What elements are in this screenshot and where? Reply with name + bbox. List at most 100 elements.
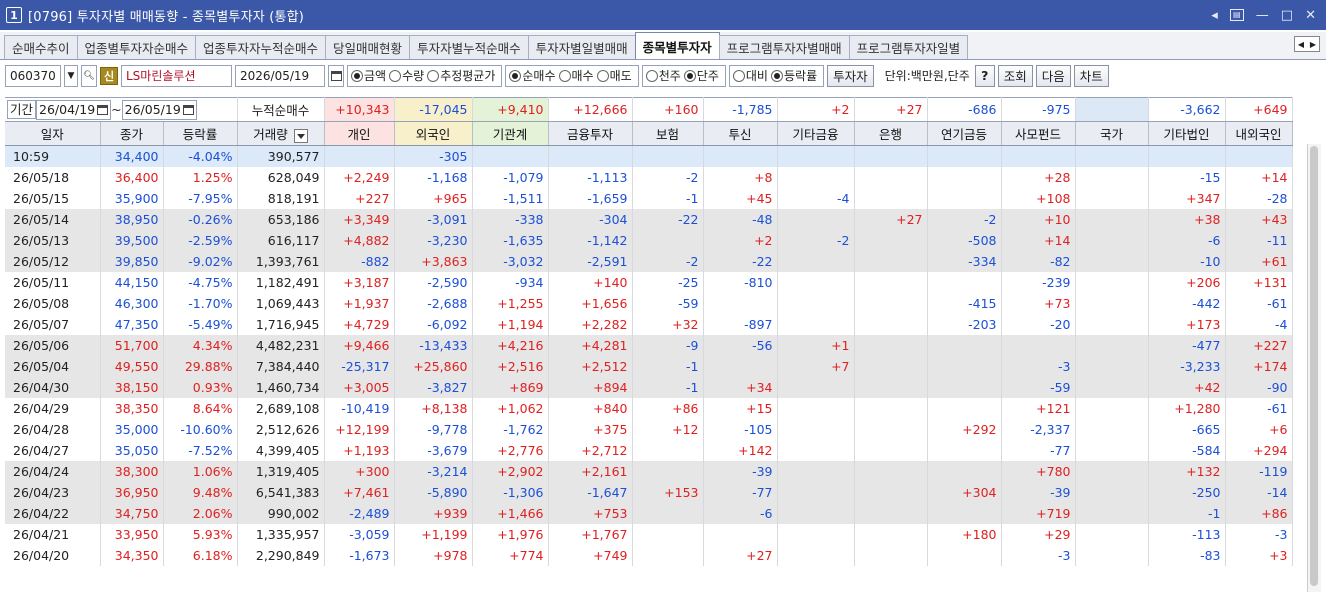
table-row[interactable]: 26/04/28 35,000 -10.60% 2,512,626 +12,199 -9,… (5, 418, 1293, 440)
header-15[interactable]: 기타법인 (1148, 121, 1226, 146)
minimize-icon[interactable]: — (1256, 8, 1269, 23)
investor-value-cell (777, 397, 855, 419)
change-type-radio-group: 대비 등락률 (728, 64, 825, 87)
table-row[interactable]: 26/04/30 38,150 0.93% 1,460,734 +3,005 -3,827… (5, 376, 1293, 398)
table-row[interactable]: 26/05/11 44,150 -4.75% 1,182,491 +3,187 -2,59… (5, 271, 1293, 293)
table-row[interactable]: 26/05/04 49,550 29.88% 7,384,440 -25,317 +25,… (5, 355, 1293, 377)
tab-7[interactable]: 프로그램투자자별매매 (718, 35, 850, 59)
radio_group2-option-1[interactable]: 매수 (558, 67, 594, 84)
radio_group2-option-2[interactable]: 매도 (596, 67, 632, 84)
query-button[interactable]: 조회 (997, 64, 1033, 87)
radio-icon[interactable] (732, 69, 745, 82)
radio_group4-option-1[interactable]: 등락률 (770, 67, 817, 84)
investor-button[interactable]: 투자자 (827, 64, 874, 87)
table-row[interactable]: 26/05/13 39,500 -2.59% 616,117 +4,882 -3,230-… (5, 229, 1293, 251)
radio-icon[interactable] (683, 69, 696, 82)
investor-value-cell: -6 (1148, 229, 1226, 251)
screen-menu-icon[interactable]: ▤ (1229, 9, 1244, 21)
radio_group4-option-0[interactable]: 대비 (732, 67, 768, 84)
code-dropdown-icon[interactable]: ▼ (64, 64, 78, 87)
radio_group1-option-0[interactable]: 금액 (351, 67, 386, 84)
tab-6[interactable]: 종목별투자자 (634, 32, 720, 59)
query-date-input[interactable]: 2026/05/19 (235, 64, 325, 87)
table-row[interactable]: 26/05/15 35,900 -7.95% 818,191 +227 +965 -1,51… (5, 187, 1293, 209)
radio-icon[interactable] (558, 69, 571, 82)
volume-cell: 1,716,945 (237, 313, 325, 335)
table-row[interactable]: 26/04/22 34,750 2.06% 990,002 -2,489 +939 +1,4… (5, 502, 1293, 524)
radio-icon[interactable] (351, 69, 363, 82)
period-from-input[interactable]: 26/04/19 (36, 99, 112, 120)
header-12[interactable]: 연기금등 (927, 121, 1002, 146)
close-icon[interactable]: ✕ (1305, 8, 1316, 23)
radio_group1-option-2[interactable]: 추정평균가 (427, 67, 495, 84)
header-10[interactable]: 기타금융 (777, 121, 855, 146)
radio-icon[interactable] (427, 69, 440, 82)
tab-5[interactable]: 투자자별일별매매 (527, 35, 636, 59)
table-row[interactable]: 26/05/08 46,300 -1.70% 1,069,443 +1,937 -2,68… (5, 292, 1293, 314)
calendar-icon[interactable] (328, 64, 344, 87)
radio_group2-option-0[interactable]: 순매수 (509, 67, 556, 84)
vertical-scrollbar[interactable] (1307, 144, 1321, 592)
header-11[interactable]: 은행 (854, 121, 928, 146)
radio-icon[interactable] (770, 69, 783, 82)
help-button[interactable]: ? (974, 64, 995, 87)
table-row[interactable]: 26/05/07 47,350 -5.49% 1,716,945 +4,729 -6,09… (5, 313, 1293, 335)
header-3[interactable]: 거래량 (237, 121, 325, 146)
search-icon[interactable]: 🔍︎ (81, 64, 97, 87)
header-4[interactable]: 개인 (324, 121, 395, 146)
table-row[interactable]: 26/04/29 38,350 8.64% 2,689,108 -10,419 +8,13… (5, 397, 1293, 419)
table-row[interactable]: 26/04/23 36,950 9.48% 6,541,383 +7,461 -5,890… (5, 481, 1293, 503)
radio_group1-option-1[interactable]: 수량 (389, 67, 424, 84)
table-row[interactable]: 26/04/21 33,950 5.93% 1,335,957 -3,059 +1,199… (5, 523, 1293, 545)
radio_group3-option-0[interactable]: 천주 (645, 67, 681, 84)
tab-4[interactable]: 투자자별누적순매수 (409, 35, 529, 59)
sort-dropdown-icon[interactable] (293, 129, 308, 144)
header-7[interactable]: 금융투자 (548, 121, 633, 146)
prev-window-icon[interactable]: ◂ (1211, 8, 1218, 23)
header-14[interactable]: 국가 (1075, 121, 1149, 146)
radio-icon[interactable] (509, 69, 522, 82)
investor-value-cell: -83 (1148, 544, 1226, 566)
change-rate-cell: -10.60% (163, 418, 238, 440)
tab-scroll-arrows[interactable]: ◀ ▶ (1294, 36, 1320, 52)
header-2[interactable]: 등락률 (163, 121, 238, 146)
tab-3[interactable]: 당일매매현황 (325, 35, 411, 59)
tab-2[interactable]: 업종투자자누적순매수 (195, 35, 327, 59)
table-row[interactable]: 26/04/24 38,300 1.06% 1,319,405 +300 -3,214 +2… (5, 460, 1293, 482)
header-1[interactable]: 종가 (100, 121, 164, 146)
table-row[interactable]: 10:59 34,400 -4.04% 390,577 -305 (5, 145, 1293, 167)
scroll-thumb[interactable] (1310, 146, 1318, 586)
period-to-input[interactable]: 26/05/19 (121, 99, 197, 120)
table-row[interactable]: 26/04/27 35,050 -7.52% 4,399,405 +1,193 -3,67… (5, 439, 1293, 461)
next-button[interactable]: 다음 (1035, 64, 1071, 87)
header-6[interactable]: 기관계 (472, 121, 549, 146)
table-row[interactable]: 26/05/18 36,400 1.25% 628,049 +2,249 -1,168 -1… (5, 166, 1293, 188)
volume-cell: 653,186 (237, 208, 325, 230)
change-rate-cell: -0.26% (163, 208, 238, 230)
radio-icon[interactable] (389, 69, 402, 82)
table-row[interactable]: 26/05/14 38,950 -0.26% 653,186 +3,349 -3,091-… (5, 208, 1293, 230)
chart-button[interactable]: 차트 (1073, 64, 1109, 87)
investor-value-cell (1075, 439, 1149, 461)
header-16[interactable]: 내외국인 (1225, 121, 1293, 146)
calendar-icon[interactable] (97, 104, 109, 115)
header-13[interactable]: 사모펀드 (1001, 121, 1076, 146)
volume-cell: 1,069,443 (237, 292, 325, 314)
radio-icon[interactable] (596, 69, 609, 82)
table-row[interactable]: 26/05/06 51,700 4.34% 4,482,231 +9,466 -13,43… (5, 334, 1293, 356)
date-cell: 26/05/14 (5, 208, 101, 230)
table-row[interactable]: 26/05/12 39,850 -9.02% 1,393,761 -882 +3,863-… (5, 250, 1293, 272)
stock-code-input[interactable]: 060370 (5, 64, 61, 87)
header-5[interactable]: 외국인 (394, 121, 473, 146)
table-row[interactable]: 26/04/20 34,350 6.18% 2,290,849 -1,673 +978 +7… (5, 544, 1293, 566)
tab-1[interactable]: 업종별투자자순매수 (76, 35, 197, 59)
radio-icon[interactable] (645, 69, 658, 82)
maximize-icon[interactable]: □ (1281, 8, 1293, 23)
radio_group3-option-1[interactable]: 단주 (683, 67, 719, 84)
calendar-icon[interactable] (182, 104, 194, 115)
tab-8[interactable]: 프로그램투자자일별 (848, 35, 969, 59)
header-9[interactable]: 투신 (703, 121, 778, 146)
header-8[interactable]: 보험 (632, 121, 704, 146)
tab-0[interactable]: 순매수추이 (4, 35, 78, 59)
header-0[interactable]: 일자 (5, 121, 101, 146)
